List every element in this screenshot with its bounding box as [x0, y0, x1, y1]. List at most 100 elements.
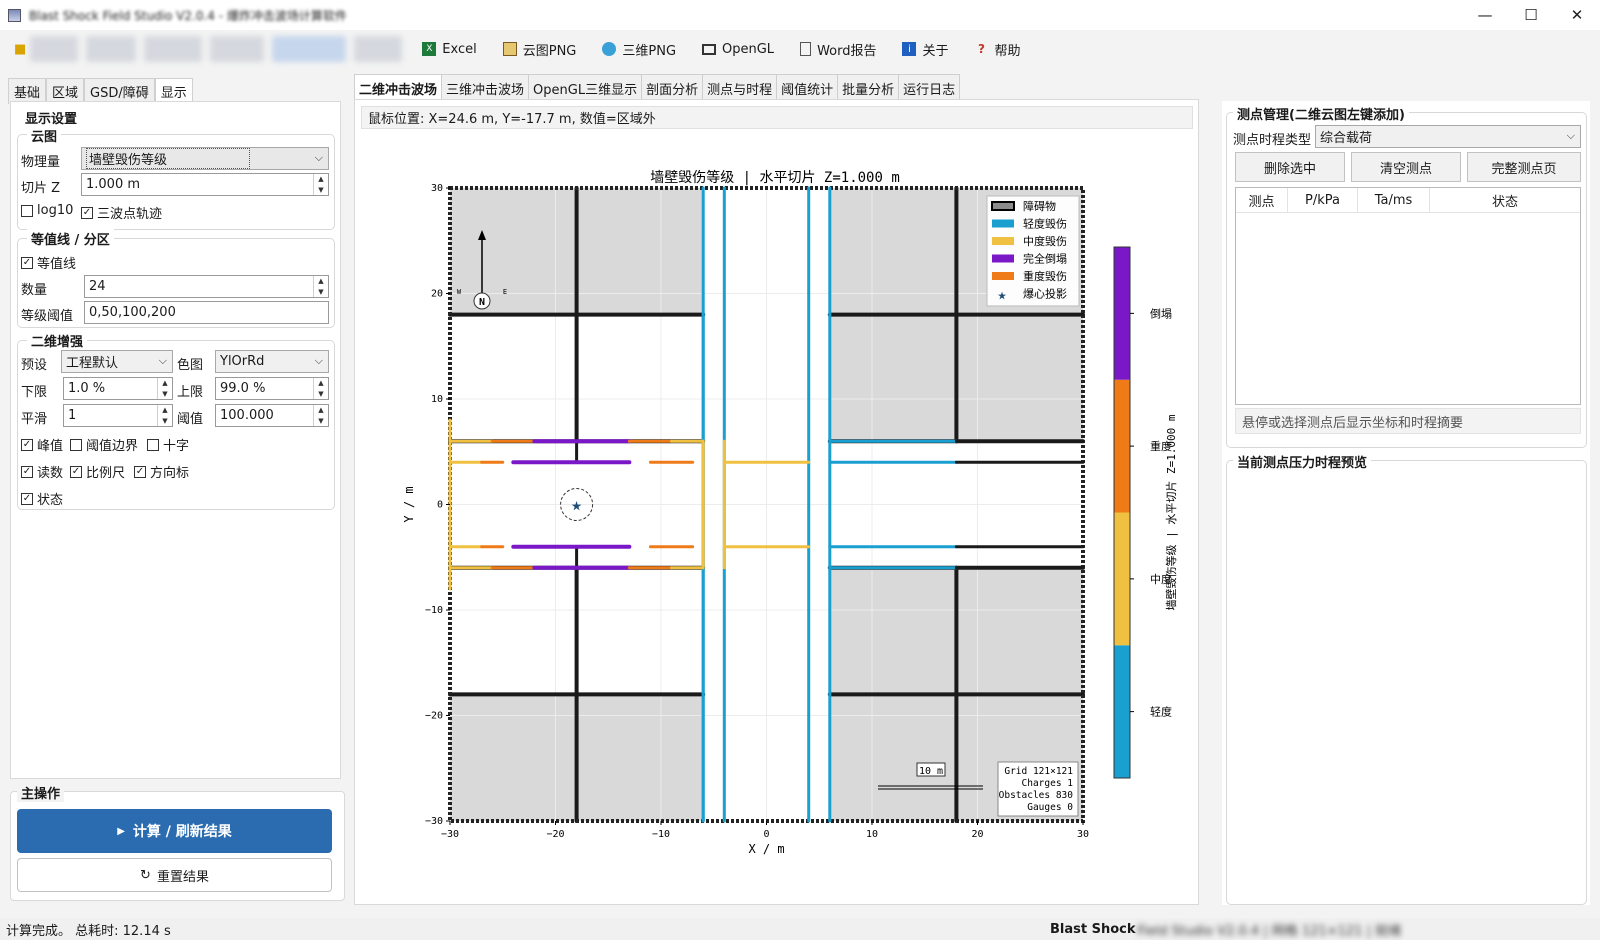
tab-2d-shock[interactable]: 二维冲击波场 — [354, 74, 443, 102]
colormap-select[interactable]: YlOrRd ⌵ — [215, 350, 329, 373]
readout-checkbox[interactable]: ✓ 读数 — [21, 462, 63, 481]
close-button[interactable]: ✕ — [1554, 0, 1600, 30]
export-cloud-png-button[interactable]: 云图PNG — [502, 40, 576, 59]
toolbar-blurred-item[interactable] — [354, 36, 403, 62]
info-line: Gauges 0 — [1027, 802, 1073, 813]
compass-e-label: E — [503, 288, 507, 296]
obstacle-block — [829, 314, 957, 442]
gauge-management-title: 测点管理(二维云图左键添加) — [1233, 104, 1409, 123]
x-tick-label: −30 — [441, 829, 459, 840]
info-icon: i — [902, 42, 917, 56]
chevron-down-icon: ⌵ — [314, 151, 323, 164]
lower-input[interactable]: 1.0 % ▲ ▼ — [63, 377, 173, 400]
contour-checkbox[interactable]: ✓ 等值线 — [21, 253, 76, 272]
scale-bar-checkbox[interactable]: ✓ 比例尺 — [70, 462, 125, 481]
y-tick-label: 10 — [431, 394, 443, 405]
tab-log[interactable]: 运行日志 — [898, 74, 961, 102]
reset-button[interactable]: ↻ 重置结果 — [17, 858, 332, 892]
pressure-preview-group: 当前测点压力时程预览 — [1226, 452, 1587, 905]
toolbar-blurred-item[interactable] — [86, 36, 137, 62]
preset-select[interactable]: 工程默认 ⌵ — [61, 350, 173, 373]
col-status[interactable]: 状态 — [1430, 188, 1580, 212]
compute-button[interactable]: ▶ 计算 / 刷新结果 — [17, 809, 332, 853]
excel-icon: X — [422, 42, 437, 56]
colorbar: 轻度中度重度倒塌墙壁毁伤等级 | 水平切片 Z=1.000 m — [1113, 246, 1178, 779]
scale-bar-label: 10 m — [919, 766, 943, 777]
about-button[interactable]: i 关于 — [902, 40, 949, 59]
legend-star-icon: ★ — [997, 286, 1006, 304]
tab-3d-shock[interactable]: 三维冲击波场 — [441, 74, 530, 102]
col-pressure[interactable]: P/kPa — [1288, 188, 1358, 212]
word-report-button[interactable]: Word报告 — [800, 40, 876, 59]
obstacle-block — [829, 694, 957, 821]
status-message: 计算完成。 总耗时: 12.14 s — [6, 923, 171, 939]
tab-opengl-3d[interactable]: OpenGL三维显示 — [528, 74, 643, 102]
preset-label: 预设 — [21, 358, 48, 373]
clear-gauges-button[interactable]: 清空测点 — [1351, 152, 1461, 182]
document-icon — [800, 42, 812, 56]
toolbar-blurred-item[interactable] — [272, 36, 347, 62]
full-gauge-page-button[interactable]: 完整测点页 — [1467, 152, 1581, 182]
contour-count-spinner[interactable]: ▲ ▼ — [313, 276, 328, 297]
upper-input[interactable]: 99.0 % ▲ ▼ — [215, 377, 329, 400]
tri-wave-checkbox[interactable]: ✓ 三波点轨迹 — [81, 203, 162, 222]
colorbar-segment — [1114, 247, 1130, 380]
gauge-management-group: 测点管理(二维云图左键添加) 测点时程类型 综合载荷 ⌵ 删除选中 清空测点 完整… — [1226, 104, 1587, 448]
contour-count-input[interactable]: 24 ▲ ▼ — [84, 275, 329, 298]
export-3d-png-button[interactable]: 三维PNG — [602, 40, 676, 59]
gauge-table[interactable]: 测点 P/kPa Ta/ms 状态 — [1235, 187, 1581, 405]
damage-heatmap-chart[interactable]: 墙壁毁伤等级 | 水平切片 Z=1.000 m ★ −30 −20 −10 0 10 20… — [355, 126, 1200, 906]
minimize-button[interactable]: — — [1462, 0, 1508, 30]
tab-batch[interactable]: 批量分析 — [837, 74, 900, 102]
cloud-group-title: 云图 — [27, 126, 62, 145]
slice-z-input[interactable]: 1.000 m ▲ ▼ — [81, 173, 329, 196]
colorbar-tick-label: 轻度 — [1150, 705, 1172, 719]
toolbar: ■ X Excel 云图PNG 三维PNG OpenGL Word报告 i 关于 ?… — [0, 30, 1600, 68]
main-operations-title: 主操作 — [17, 783, 65, 802]
colorbar-segment — [1114, 379, 1130, 513]
crosshair-checkbox[interactable]: 十字 — [147, 435, 189, 454]
x-tick-label: −20 — [546, 829, 564, 840]
smooth-input[interactable]: 1 ▲ ▼ — [63, 404, 173, 427]
obstacle-block — [956, 567, 1083, 695]
tab-section[interactable]: 剖面分析 — [641, 74, 704, 102]
slice-z-spinner[interactable]: ▲ ▼ — [313, 174, 328, 195]
x-axis-label: X / m — [748, 842, 784, 856]
display-settings-title: 显示设置 — [21, 108, 82, 127]
quantity-select[interactable]: 墙壁毁伤等级 ⌵ — [81, 147, 329, 170]
opengl-button[interactable]: OpenGL — [702, 42, 774, 57]
export-excel-button[interactable]: X Excel — [422, 42, 477, 57]
play-icon: ▶ — [117, 825, 125, 837]
toolbar-blurred-item[interactable] — [210, 36, 265, 62]
thresh-value-input[interactable]: 100.000 ▲ ▼ — [215, 404, 329, 427]
compass-checkbox[interactable]: ✓ 方向标 — [134, 462, 189, 481]
col-gauge[interactable]: 测点 — [1236, 188, 1288, 212]
smooth-label: 平滑 — [21, 412, 48, 427]
legend-swatch — [992, 219, 1014, 228]
folder-icon[interactable]: ■ — [14, 42, 26, 57]
help-button[interactable]: ? 帮助 — [975, 40, 1021, 59]
legend-swatch — [992, 254, 1014, 263]
gauge-type-select[interactable]: 综合载荷 ⌵ — [1315, 125, 1581, 148]
toolbar-blurred-item[interactable] — [30, 36, 79, 62]
obstacle-block — [829, 188, 957, 315]
tab-threshold-stats[interactable]: 阈值统计 — [776, 74, 839, 102]
maximize-button[interactable]: ☐ — [1508, 0, 1554, 30]
delete-selected-button[interactable]: 删除选中 — [1235, 152, 1345, 182]
status-checkbox[interactable]: ✓ 状态 — [21, 489, 63, 508]
threshold-input[interactable]: 0,50,100,200 — [84, 301, 329, 324]
chevron-down-icon: ⌵ — [314, 354, 323, 367]
globe-icon — [602, 42, 617, 56]
app-icon — [8, 8, 21, 22]
x-tick-label: 30 — [1077, 829, 1089, 840]
tab-gauges[interactable]: 测点与时程 — [702, 74, 778, 102]
threshold-boundary-checkbox[interactable]: 阈值边界 — [70, 435, 138, 454]
peak-checkbox[interactable]: ✓ 峰值 — [21, 435, 63, 454]
log10-checkbox[interactable]: log10 — [21, 203, 73, 218]
obstacle-block — [576, 694, 704, 821]
toolbar-blurred-item[interactable] — [144, 36, 203, 62]
col-arrival-time[interactable]: Ta/ms — [1358, 188, 1430, 212]
colorbar-label: 墙壁毁伤等级 | 水平切片 Z=1.000 m — [1164, 414, 1178, 610]
legend-swatch — [992, 237, 1014, 245]
colorbar-segment — [1114, 645, 1130, 778]
